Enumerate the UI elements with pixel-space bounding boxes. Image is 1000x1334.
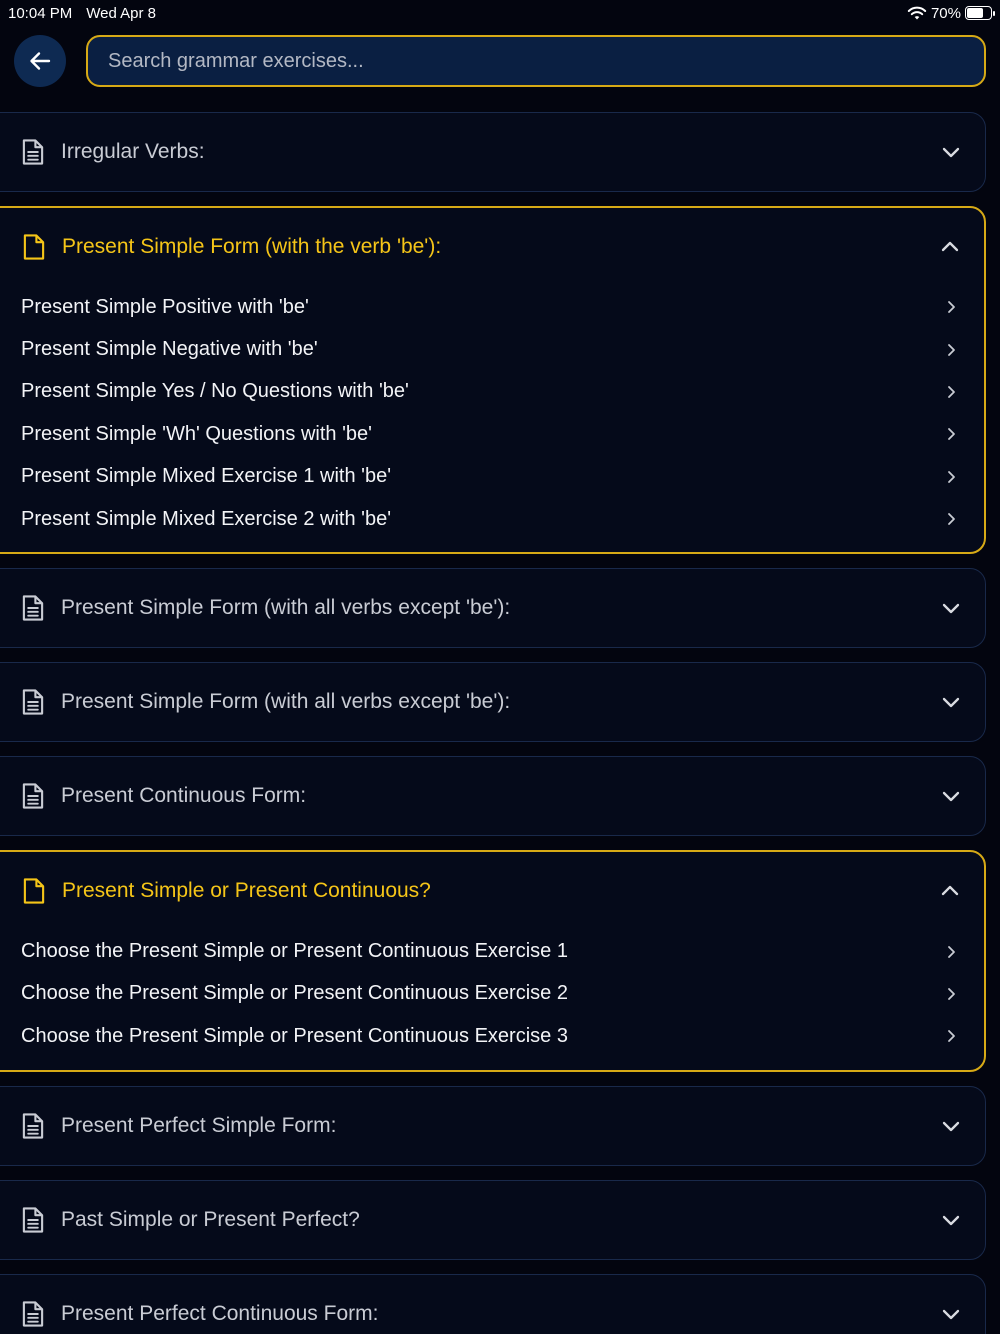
battery-fill (967, 8, 984, 18)
section-title: Present Simple Form (with all verbs exce… (61, 596, 511, 620)
page: 10:04 PM Wed Apr 8 70% Search grammar ex… (0, 0, 1000, 1334)
document-icon (21, 1300, 45, 1328)
section-title: Present Continuous Form: (61, 784, 307, 808)
chevron-down-icon (941, 692, 961, 712)
chevron-right-icon (944, 300, 958, 314)
exercise-label: Present Simple Yes / No Questions with '… (21, 380, 409, 403)
chevron-down-icon (941, 142, 961, 162)
exercise-list: Present Simple Positive with 'be' Present… (0, 286, 984, 552)
exercise-item[interactable]: Present Simple Yes / No Questions with '… (0, 371, 984, 413)
exercise-label: Present Simple Mixed Exercise 1 with 'be… (21, 465, 392, 488)
section-card: Present Simple or Present Continuous? Cho… (0, 850, 986, 1072)
exercise-item[interactable]: Choose the Present Simple or Present Con… (0, 1015, 984, 1057)
chevron-right-icon (944, 470, 958, 484)
exercise-label: Choose the Present Simple or Present Con… (21, 940, 568, 963)
document-icon (22, 877, 46, 905)
section-title: Present Perfect Simple Form: (61, 1113, 337, 1137)
chevron-right-icon (944, 427, 958, 441)
section-card: Present Continuous Form: (0, 756, 986, 837)
chevron-right-icon (944, 1029, 958, 1043)
section-title: Present Simple Form (with the verb 'be')… (62, 235, 442, 258)
search-input[interactable] (86, 35, 986, 87)
arrow-left-icon (29, 51, 51, 71)
chevron-right-icon (944, 512, 958, 526)
document-icon (21, 688, 45, 716)
exercise-label: Present Simple Negative with 'be' (21, 338, 318, 361)
chevron-down-icon (941, 1210, 961, 1230)
section-header[interactable]: Present Simple Form (with all verbs exce… (0, 663, 985, 741)
section-title: Present Simple Form (with all verbs exce… (61, 690, 511, 714)
section-card: Past Simple or Present Perfect? (0, 1179, 986, 1260)
exercise-label: Choose the Present Simple or Present Con… (21, 982, 568, 1005)
exercise-label: Present Simple Positive with 'be' (21, 295, 309, 318)
status-bar: 10:04 PM Wed Apr 8 70% (0, 0, 1000, 26)
section-header[interactable]: Irregular Verbs: (0, 113, 985, 191)
chevron-up-icon (940, 237, 960, 257)
document-icon (21, 782, 45, 810)
exercise-item[interactable]: Choose the Present Simple or Present Con… (0, 973, 984, 1015)
section-card: Irregular Verbs: (0, 112, 986, 192)
document-icon (22, 233, 46, 261)
chevron-right-icon (944, 987, 958, 1001)
exercise-item[interactable]: Present Simple Negative with 'be' (0, 328, 984, 370)
status-time: 10:04 PM (8, 4, 73, 22)
section-header[interactable]: Present Perfect Continuous Form: (0, 1275, 985, 1334)
document-icon (21, 138, 45, 166)
exercise-item[interactable]: Present Simple Positive with 'be' (0, 286, 984, 328)
chevron-down-icon (941, 1304, 961, 1324)
exercise-item[interactable]: Present Simple 'Wh' Questions with 'be' (0, 413, 984, 455)
section-list: Irregular Verbs: Present Simple Form (wit… (0, 112, 1000, 1334)
battery-percent: 70% (930, 4, 961, 22)
chevron-down-icon (941, 786, 961, 806)
status-date: Wed Apr 8 (86, 4, 156, 22)
section-header[interactable]: Past Simple or Present Perfect? (0, 1181, 985, 1259)
document-icon (21, 1206, 45, 1234)
wifi-icon (907, 6, 927, 21)
section-title: Irregular Verbs: (61, 140, 205, 163)
section-title: Present Perfect Continuous Form: (61, 1301, 379, 1325)
section-title: Present Simple or Present Continuous? (62, 879, 431, 903)
section-header[interactable]: Present Continuous Form: (0, 757, 985, 835)
exercise-label: Choose the Present Simple or Present Con… (21, 1024, 568, 1047)
exercise-label: Present Simple Mixed Exercise 2 with 'be… (21, 507, 392, 530)
section-card: Present Perfect Simple Form: (0, 1085, 986, 1166)
exercise-list: Choose the Present Simple or Present Con… (0, 930, 984, 1069)
section-card: Present Simple Form (with all verbs exce… (0, 662, 986, 743)
exercise-label: Present Simple 'Wh' Questions with 'be' (21, 422, 372, 445)
section-card: Present Simple Form (with all verbs exce… (0, 568, 986, 649)
exercise-item[interactable]: Present Simple Mixed Exercise 2 with 'be… (0, 498, 984, 540)
chevron-right-icon (944, 385, 958, 399)
chevron-down-icon (941, 598, 961, 618)
chevron-down-icon (941, 1116, 961, 1136)
section-card: Present Perfect Continuous Form: (0, 1273, 986, 1334)
back-button[interactable] (14, 35, 66, 87)
section-title: Past Simple or Present Perfect? (61, 1207, 360, 1231)
header (0, 26, 1000, 96)
document-icon (21, 594, 45, 622)
section-card: Present Simple Form (with the verb 'be')… (0, 206, 986, 555)
section-header[interactable]: Present Simple Form (with all verbs exce… (0, 569, 985, 647)
section-header[interactable]: Present Simple Form (with the verb 'be')… (0, 208, 984, 286)
chevron-right-icon (944, 343, 958, 357)
chevron-right-icon (944, 945, 958, 959)
section-header[interactable]: Present Perfect Simple Form: (0, 1087, 985, 1165)
chevron-up-icon (940, 881, 960, 901)
battery-icon (965, 6, 995, 20)
document-icon (21, 1112, 45, 1140)
exercise-item[interactable]: Present Simple Mixed Exercise 1 with 'be… (0, 456, 984, 498)
exercise-item[interactable]: Choose the Present Simple or Present Con… (0, 930, 984, 972)
section-header[interactable]: Present Simple or Present Continuous? (0, 852, 984, 930)
